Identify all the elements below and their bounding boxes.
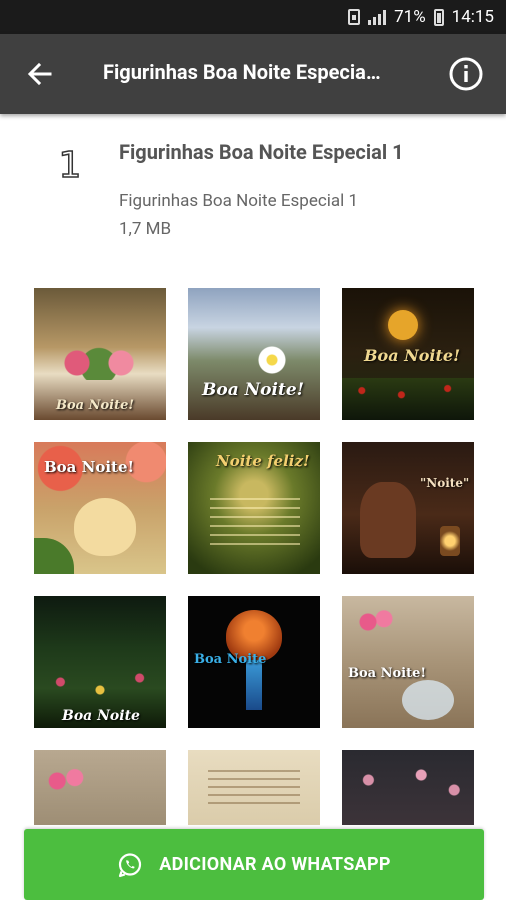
sticker-caption: Boa Noite	[62, 708, 140, 724]
info-button[interactable]	[448, 56, 484, 92]
sticker-2[interactable]: Boa Noite!	[188, 288, 320, 420]
sticker-8[interactable]: Boa Noite	[188, 596, 320, 728]
sticker-3[interactable]: Boa Noite!	[342, 288, 474, 420]
back-button[interactable]	[22, 56, 58, 92]
sticker-grid: Boa Noite! Boa Noite! Boa Noite! Boa Noi…	[0, 280, 506, 825]
sticker-10[interactable]	[34, 750, 166, 825]
info-icon	[449, 57, 483, 91]
clock: 14:15	[451, 7, 494, 27]
app-bar: Figurinhas Boa Noite Especia…	[0, 34, 506, 114]
sticker-caption: Boa Noite!	[56, 398, 135, 413]
app-title: Figurinhas Boa Noite Especia…	[103, 60, 381, 84]
sticker-9[interactable]: Boa Noite!	[342, 596, 474, 728]
sticker-caption: Boa Noite!	[202, 380, 305, 400]
arrow-back-icon	[27, 62, 52, 86]
pack-header: 1 Figurinhas Boa Noite Especial 1 Figuri…	[0, 114, 506, 254]
sticker-caption: Boa Noite!	[348, 666, 427, 681]
pack-publisher: Figurinhas Boa Noite Especial 1	[119, 191, 359, 211]
svg-text:1: 1	[59, 145, 82, 184]
signal-icon	[368, 9, 387, 25]
sticker-caption: Boa Noite!	[364, 346, 461, 365]
sticker-5[interactable]: Noite feliz!	[188, 442, 320, 574]
battery-icon	[433, 8, 444, 26]
add-button-label: ADICIONAR AO WHATSAPP	[159, 854, 391, 875]
pack-tray-icon: 1	[58, 144, 82, 184]
status-bar: 71% 14:15	[0, 0, 506, 34]
status-icons: 71% 14:15	[348, 0, 494, 34]
sticker-11[interactable]	[188, 750, 320, 825]
sticker-7[interactable]: Boa Noite	[34, 596, 166, 728]
sticker-6[interactable]: "Noite"	[342, 442, 474, 574]
sim-card-icon	[348, 9, 361, 25]
pack-size: 1,7 MB	[119, 219, 172, 239]
add-to-whatsapp-button[interactable]: ADICIONAR AO WHATSAPP	[24, 829, 484, 900]
whatsapp-icon	[119, 852, 142, 877]
pack-name: Figurinhas Boa Noite Especial 1	[119, 140, 404, 164]
sticker-1[interactable]: Boa Noite!	[34, 288, 166, 420]
sticker-caption: Boa Noite!	[44, 458, 135, 476]
sticker-caption: Boa Noite	[194, 652, 267, 667]
sticker-caption: "Noite"	[420, 476, 470, 490]
sticker-caption: Noite feliz!	[216, 452, 310, 470]
sticker-12[interactable]	[342, 750, 474, 825]
sticker-4[interactable]: Boa Noite!	[34, 442, 166, 574]
battery-percent: 71%	[394, 7, 426, 27]
